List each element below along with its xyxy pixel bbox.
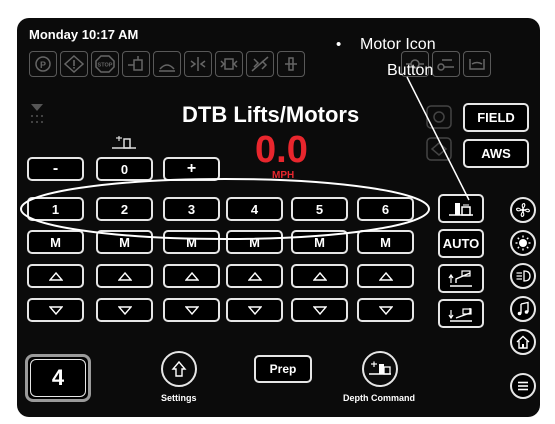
- annotation-overlay: [20, 76, 470, 240]
- display-screen: Monday 10:17 AM P STOP • Motor Icon Butt…: [17, 18, 540, 417]
